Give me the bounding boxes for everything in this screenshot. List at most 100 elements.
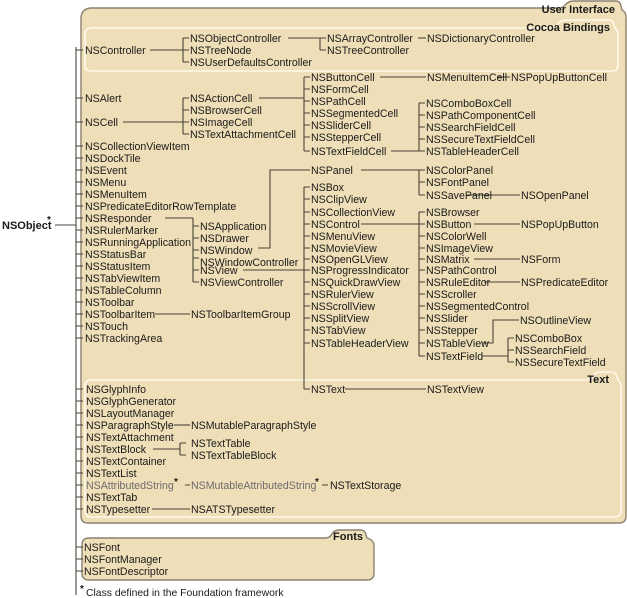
class-nsruleeditor: NSRuleEditor [426, 277, 491, 289]
class-nsslidercell: NSSliderCell [311, 120, 371, 132]
class-nstableheaderview: NSTableHeaderView [311, 338, 409, 350]
class-nsglyphgenerator: NSGlyphGenerator [86, 396, 177, 408]
class-nsresponder: NSResponder [85, 213, 152, 225]
class-nsmutableparagraphstyle: NSMutableParagraphStyle [191, 420, 317, 432]
class-nstextblock: NSTextBlock [86, 444, 147, 456]
class-nssearchfield: NSSearchField [515, 345, 586, 357]
class-nssecuretextfield: NSSecureTextField [515, 357, 606, 369]
class-nsteppercell: NSStepperCell [311, 132, 381, 144]
class-nsfont: NSFont [84, 542, 120, 554]
class-nscombobox: NSComboBox [515, 333, 583, 345]
class-nsuserdefaultscontroller: NSUserDefaultsController [190, 57, 312, 69]
class-nstextview: NSTextView [427, 384, 484, 396]
class-nsformcell: NSFormCell [311, 84, 369, 96]
class-nscolorwell: NSColorWell [426, 231, 486, 243]
class-nswindow: NSWindow [200, 245, 253, 257]
class-nssecuretextfieldcell: NSSecureTextFieldCell [426, 134, 535, 146]
class-nstoolbaritemgroup: NSToolbarItemGroup [191, 309, 291, 321]
class-nspathcell: NSPathCell [311, 96, 366, 108]
class-nstextfieldcell: NSTextFieldCell [311, 146, 386, 158]
class-nsfontpanel: NSFontPanel [426, 177, 489, 189]
class-nscontrol: NSControl [311, 219, 360, 231]
class-nstextattachmentcell: NSTextAttachmentCell [190, 129, 296, 141]
class-nscollectionview: NSCollectionView [311, 207, 395, 219]
class-nslayoutmanager: NSLayoutManager [86, 408, 175, 420]
class-nsmenuitemcell: NSMenuItemCell [427, 72, 507, 84]
class-nsform: NSForm [521, 254, 561, 266]
class-nsfontmanager: NSFontManager [84, 554, 162, 566]
class-nsmenu: NSMenu [85, 177, 126, 189]
class-nsattributedstring: NSAttributedString [86, 480, 174, 492]
class-nscell: NSCell [85, 117, 118, 129]
class-nssearchfieldcell: NSSearchFieldCell [426, 122, 516, 134]
class-nsmutableattributedstring: NSMutableAttributedString [191, 480, 317, 492]
class-nsbox: NSBox [311, 182, 345, 194]
class-nsbuttoncell: NSButtonCell [311, 72, 375, 84]
class-nsparagraphstyle: NSParagraphStyle [86, 420, 174, 432]
class-nsstatusbar: NSStatusBar [85, 249, 147, 261]
foundation-marker: * [47, 215, 51, 226]
class-nsscrollview: NSScrollView [311, 301, 375, 313]
class-hierarchy-diagram: User Interface Cocoa Bindings Text Fonts [2, 0, 627, 598]
class-nstextfield: NSTextField [426, 351, 483, 363]
class-nsfontdescriptor: NSFontDescriptor [84, 566, 169, 578]
class-nspanel: NSPanel [311, 165, 353, 177]
class-nstablecolumn: NSTableColumn [85, 285, 162, 297]
class-nspredicateeditorrowtemplate: NSPredicateEditorRowTemplate [85, 201, 236, 213]
class-nsalert: NSAlert [85, 93, 122, 105]
class-nstrackingarea: NSTrackingArea [85, 333, 162, 345]
class-nstextcontainer: NSTextContainer [86, 456, 167, 468]
class-nscollectionviewitem: NSCollectionViewItem [85, 141, 190, 153]
foundation-marker: * [315, 477, 319, 488]
class-nspopupbutton: NSPopUpButton [521, 219, 599, 231]
class-nsrunningapplication: NSRunningApplication [85, 237, 191, 249]
class-nsrulermarker: NSRulerMarker [85, 225, 158, 237]
class-nsobjectcontroller: NSObjectController [190, 33, 282, 45]
class-nsclipview: NSClipView [311, 194, 367, 206]
class-nsactioncell: NSActionCell [190, 93, 252, 105]
class-nsglyphinfo: NSGlyphInfo [86, 384, 146, 396]
cocoa-bindings-tab-label: Cocoa Bindings [526, 22, 610, 34]
text-panel [84, 371, 622, 518]
class-nspopupbuttoncell: NSPopUpButtonCell [511, 72, 607, 84]
class-nssegmentedcell: NSSegmentedCell [311, 108, 398, 120]
class-nstoolbaritem: NSToolbarItem [85, 309, 155, 321]
class-nscolorpanel: NSColorPanel [426, 165, 493, 177]
class-nstextattachment: NSTextAttachment [86, 432, 174, 444]
class-nsrulerview: NSRulerView [311, 289, 374, 301]
foundation-marker: * [174, 477, 178, 488]
class-nscomboboxcell: NSComboBoxCell [426, 98, 511, 110]
class-nstableview: NSTableView [426, 338, 489, 350]
class-nstypesetter: NSTypesetter [86, 504, 151, 516]
class-nsevent: NSEvent [85, 165, 127, 177]
class-nsstatusitem: NSStatusItem [85, 261, 151, 273]
class-nstexttable: NSTextTable [191, 438, 251, 450]
class-nssplitview: NSSplitView [311, 313, 369, 325]
class-nsmenuview: NSMenuView [311, 231, 375, 243]
class-nstextstorage: NSTextStorage [330, 480, 401, 492]
class-nsstepper: NSStepper [426, 325, 478, 337]
fonts-tab-label: Fonts [333, 531, 363, 543]
class-nsbrowsercell: NSBrowserCell [190, 105, 262, 117]
class-nspredicateeditor: NSPredicateEditor [521, 277, 609, 289]
class-nsquickdrawview: NSQuickDrawView [311, 277, 401, 289]
class-nssavepanel: NSSavePanel [426, 190, 492, 202]
class-nsatstypesetter: NSATSTypesetter [191, 504, 275, 516]
class-nstext: NSText [311, 384, 345, 396]
class-nssegmentedcontrol: NSSegmentedControl [426, 301, 529, 313]
root-class-nsobject: NSObject [2, 220, 52, 232]
class-nscontroller: NSController [85, 45, 146, 57]
class-nsdrawer: NSDrawer [200, 233, 249, 245]
class-nsview: NSView [200, 265, 238, 277]
class-nsoutlineview: NSOutlineView [520, 315, 591, 327]
class-nsapplication: NSApplication [200, 221, 267, 233]
class-nsbrowser: NSBrowser [426, 207, 480, 219]
text-tab-label: Text [587, 374, 609, 386]
class-nstreenode: NSTreeNode [190, 45, 252, 57]
footnote-marker: * [80, 584, 84, 595]
class-nstexttab: NSTextTab [86, 492, 137, 504]
class-nstableheadercell: NSTableHeaderCell [426, 146, 519, 158]
class-nsbutton: NSButton [426, 219, 471, 231]
class-nsprogressindicator: NSProgressIndicator [311, 265, 409, 277]
footnote-text: Class defined in the Foundation framewor… [86, 588, 284, 598]
